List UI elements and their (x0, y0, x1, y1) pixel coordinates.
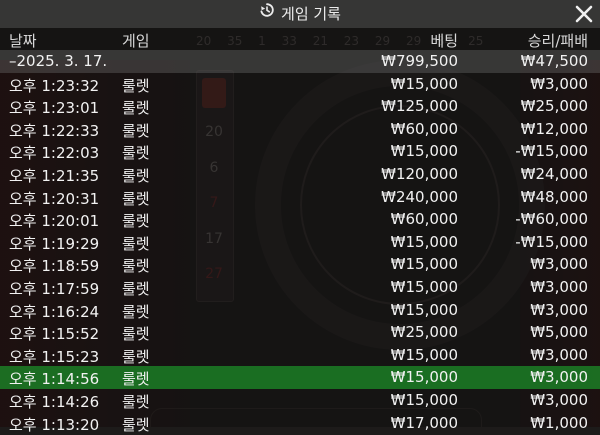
row-time: 오후 1:17:59 (9, 279, 100, 298)
row-bet: ₩15,000 (390, 368, 458, 387)
row-game: 룰렛 (122, 392, 150, 411)
row-game: 룰렛 (122, 279, 150, 298)
row-result: ₩48,000 (520, 187, 588, 206)
row-result: ₩3,000 (530, 277, 588, 296)
row-result: ₩25,000 (520, 97, 588, 116)
row-bet: ₩25,000 (390, 323, 458, 342)
row-time: 오후 1:23:32 (9, 76, 100, 95)
title-bar: 게임 기록 (0, 0, 600, 28)
row-bet: ₩15,000 (390, 74, 458, 93)
row-result: ₩3,000 (530, 74, 588, 93)
row-time: 오후 1:15:23 (9, 347, 100, 366)
row-result: -₩15,000 (515, 142, 588, 161)
table-row[interactable]: 오후 1:23:32 룰렛 ₩15,000 ₩3,000 (0, 73, 600, 96)
row-time: 오후 1:20:01 (9, 212, 100, 231)
row-result: ₩12,000 (520, 119, 588, 138)
row-bet: ₩15,000 (390, 277, 458, 296)
close-button[interactable] (572, 2, 596, 26)
summary-bet-total: ₩799,500 (381, 52, 458, 70)
row-bet: ₩60,000 (390, 119, 458, 138)
table-row[interactable]: 오후 1:18:59 룰렛 ₩15,000 ₩3,000 (0, 253, 600, 276)
row-time: 오후 1:20:31 (9, 189, 100, 208)
row-game: 룰렛 (122, 76, 150, 95)
table-row[interactable]: 오후 1:20:31 룰렛 ₩240,000 ₩48,000 (0, 186, 600, 209)
panel-title: 게임 기록 (0, 0, 600, 28)
row-time: 오후 1:16:24 (9, 302, 100, 321)
row-game: 룰렛 (122, 234, 150, 253)
row-bet: ₩17,000 (390, 413, 458, 432)
table-row[interactable]: 오후 1:16:24 룰렛 ₩15,000 ₩3,000 (0, 299, 600, 322)
row-game: 룰렛 (122, 144, 150, 163)
row-time: 오후 1:18:59 (9, 257, 100, 276)
row-result: ₩1,000 (530, 413, 588, 432)
row-bet: ₩240,000 (381, 187, 458, 206)
summary-date: –2025. 3. 17. (9, 52, 108, 70)
row-game: 룰렛 (122, 302, 150, 321)
row-game: 룰렛 (122, 166, 150, 185)
table-header: 날짜 게임 베팅 승리/패배 (0, 28, 600, 50)
row-result: ₩3,000 (530, 390, 588, 409)
row-game: 룰렛 (122, 347, 150, 366)
row-result: -₩15,000 (515, 232, 588, 251)
table-row[interactable]: 오후 1:21:35 룰렛 ₩120,000 ₩24,000 (0, 163, 600, 186)
row-bet: ₩125,000 (381, 97, 458, 116)
table-row[interactable]: 오후 1:22:33 룰렛 ₩60,000 ₩12,000 (0, 118, 600, 141)
row-result: ₩5,000 (530, 323, 588, 342)
row-time: 오후 1:14:56 (9, 370, 100, 389)
row-game: 룰렛 (122, 257, 150, 276)
row-game: 룰렛 (122, 415, 150, 434)
column-header-bet[interactable]: 베팅 (430, 30, 458, 51)
history-icon (259, 0, 275, 27)
table-row[interactable]: 오후 1:14:26 룰렛 ₩15,000 ₩3,000 (0, 389, 600, 412)
table-row[interactable]: 오후 1:17:59 룰렛 ₩15,000 ₩3,000 (0, 276, 600, 299)
summary-result-total: ₩47,500 (520, 52, 588, 70)
table-row[interactable]: 오후 1:22:03 룰렛 ₩15,000 -₩15,000 (0, 140, 600, 163)
row-result: -₩60,000 (515, 210, 588, 229)
row-game: 룰렛 (122, 212, 150, 231)
row-result: ₩3,000 (530, 255, 588, 274)
row-result: ₩24,000 (520, 164, 588, 183)
row-result: ₩3,000 (530, 345, 588, 364)
table-row[interactable]: 오후 1:15:52 룰렛 ₩25,000 ₩5,000 (0, 321, 600, 344)
row-bet: ₩120,000 (381, 164, 458, 183)
table-row[interactable]: 오후 1:15:23 룰렛 ₩15,000 ₩3,000 (0, 344, 600, 367)
day-summary-row[interactable]: –2025. 3. 17. ₩799,500 ₩47,500 (0, 50, 600, 73)
history-table: –2025. 3. 17. ₩799,500 ₩47,500 오후 1:23:3… (0, 50, 600, 434)
row-time: 오후 1:22:33 (9, 121, 100, 140)
row-time: 오후 1:13:20 (9, 415, 100, 434)
row-bet: ₩15,000 (390, 255, 458, 274)
row-time: 오후 1:15:52 (9, 325, 100, 344)
row-game: 룰렛 (122, 99, 150, 118)
row-result: ₩3,000 (530, 368, 588, 387)
row-game: 룰렛 (122, 189, 150, 208)
row-bet: ₩15,000 (390, 142, 458, 161)
row-bet: ₩15,000 (390, 345, 458, 364)
row-time: 오후 1:21:35 (9, 166, 100, 185)
row-bet: ₩60,000 (390, 210, 458, 229)
row-time: 오후 1:22:03 (9, 144, 100, 163)
row-bet: ₩15,000 (390, 300, 458, 319)
table-row-selected[interactable]: 오후 1:14:56 룰렛 ₩15,000 ₩3,000 (0, 366, 600, 389)
column-header-result[interactable]: 승리/패배 (528, 30, 588, 51)
panel-title-text: 게임 기록 (281, 5, 341, 23)
row-bet: ₩15,000 (390, 390, 458, 409)
table-row[interactable]: 오후 1:19:29 룰렛 ₩15,000 -₩15,000 (0, 231, 600, 254)
column-header-date[interactable]: 날짜 (9, 30, 37, 51)
row-time: 오후 1:19:29 (9, 234, 100, 253)
row-bet: ₩15,000 (390, 232, 458, 251)
row-game: 룰렛 (122, 325, 150, 344)
table-row[interactable]: 오후 1:23:01 룰렛 ₩125,000 ₩25,000 (0, 95, 600, 118)
close-icon (575, 5, 593, 23)
game-history-panel: 게임 기록 날짜 게임 베팅 승리/패배 –2025. 3. 17. ₩799,… (0, 0, 600, 434)
row-result: ₩3,000 (530, 300, 588, 319)
table-row[interactable]: 오후 1:20:01 룰렛 ₩60,000 -₩60,000 (0, 208, 600, 231)
row-game: 룰렛 (122, 121, 150, 140)
row-time: 오후 1:23:01 (9, 99, 100, 118)
column-header-game[interactable]: 게임 (122, 30, 150, 51)
row-time: 오후 1:14:26 (9, 392, 100, 411)
row-game: 룰렛 (122, 370, 150, 389)
table-row[interactable]: 오후 1:13:20 룰렛 ₩17,000 ₩1,000 (0, 412, 600, 435)
